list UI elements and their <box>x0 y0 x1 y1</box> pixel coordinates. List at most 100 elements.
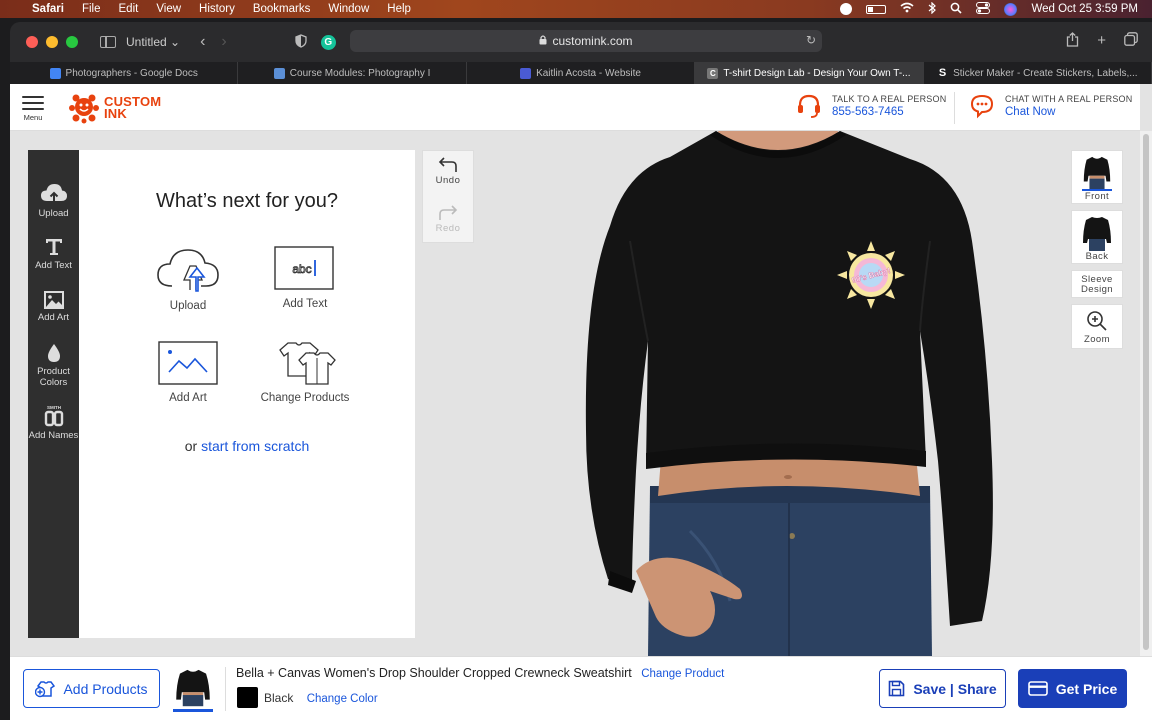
chat-label: CHAT WITH A REAL PERSON <box>1005 94 1133 104</box>
menu-bookmarks[interactable]: Bookmarks <box>253 3 311 15</box>
product-preview[interactable]: 90's Baby! <box>570 131 1006 656</box>
change-color-link[interactable]: Change Color <box>307 693 378 705</box>
browser-tab-bar: Photographers - Google Docs Course Modul… <box>10 62 1152 84</box>
browser-tab-title: Photographers - Google Docs <box>65 67 198 79</box>
change-product-link[interactable]: Change Product <box>641 668 724 680</box>
privacy-shield-icon[interactable] <box>295 33 307 51</box>
minimize-window-button[interactable] <box>46 36 58 48</box>
sidebar-toggle-icon[interactable] <box>100 36 116 48</box>
redo-icon <box>439 205 458 220</box>
browser-tab-design-lab[interactable]: C T-shirt Design Lab - Design Your Own T… <box>695 62 924 84</box>
address-bar[interactable]: customink.com ↻ <box>350 30 822 52</box>
footer-divider <box>225 667 226 711</box>
share-icon[interactable] <box>1066 32 1079 51</box>
get-price-label: Get Price <box>1055 680 1118 697</box>
tool-add-names[interactable]: SMITH Add Names <box>28 405 79 441</box>
safari-toolbar: Untitled ⌄ ‹ › G customink.com ↻ + <box>10 22 1152 62</box>
credit-card-icon <box>1027 681 1048 696</box>
view-sleeve-button[interactable]: Sleeve Design <box>1071 270 1123 298</box>
control-center-icon[interactable] <box>976 1 991 17</box>
choice-label: Upload <box>169 300 207 312</box>
zoom-button[interactable]: Zoom <box>1071 304 1123 349</box>
browser-tab-title: Kaitlin Acosta - Website <box>536 67 641 79</box>
tool-add-art[interactable]: Add Art <box>28 291 79 323</box>
menu-window[interactable]: Window <box>328 3 369 15</box>
back-button[interactable]: ‹ <box>200 33 205 51</box>
menu-view[interactable]: View <box>156 3 181 15</box>
save-share-button[interactable]: Save | Share <box>879 669 1006 708</box>
battery-icon[interactable] <box>866 4 887 14</box>
page-scrollbar[interactable] <box>1140 131 1152 656</box>
menu-clock[interactable]: Wed Oct 25 3:59 PM <box>1031 3 1138 15</box>
scrollbar-thumb[interactable] <box>1143 134 1149 650</box>
reload-icon[interactable]: ↻ <box>806 33 816 47</box>
add-products-button[interactable]: Add Products <box>23 669 160 708</box>
choice-add-art[interactable]: Add Art <box>138 340 238 404</box>
new-tab-icon[interactable]: + <box>1097 32 1106 51</box>
tool-label: Product Colors <box>37 366 70 388</box>
course-site-icon <box>273 67 285 79</box>
browser-tab-website[interactable]: Kaitlin Acosta - Website <box>467 62 696 84</box>
artwork-icon <box>158 341 218 385</box>
wifi-icon[interactable] <box>900 2 914 16</box>
choice-upload[interactable]: Upload <box>138 246 238 312</box>
tab-overview-icon[interactable] <box>1124 32 1138 51</box>
color-swatch[interactable] <box>237 687 258 708</box>
menu-edit[interactable]: Edit <box>119 3 139 15</box>
site-header: Menu CUSTOM INK TALK TO A REAL PERSON 85… <box>10 84 1140 131</box>
undo-button[interactable]: Undo <box>423 155 473 186</box>
spotlight-search-icon[interactable] <box>950 2 963 17</box>
product-thumbnail[interactable] <box>173 668 213 712</box>
cloud-upload-icon <box>157 249 219 292</box>
bluetooth-icon[interactable] <box>928 1 937 17</box>
phone-contact[interactable]: TALK TO A REAL PERSON 855-563-7465 <box>796 93 946 119</box>
browser-tab-sticker-maker[interactable]: S Sticker Maker - Create Stickers, Label… <box>924 62 1152 84</box>
sticker-site-icon: S <box>938 66 947 79</box>
choice-change-products[interactable]: Change Products <box>255 340 355 404</box>
customink-favicon-icon: C <box>707 67 719 79</box>
browser-tab-google-docs[interactable]: Photographers - Google Docs <box>10 62 239 84</box>
chat-bubble-icon <box>970 94 994 119</box>
hamburger-menu-button[interactable]: Menu <box>22 96 44 122</box>
tool-product-colors[interactable]: Product Colors <box>28 343 79 388</box>
redo-label: Redo <box>435 223 461 234</box>
grammarly-extension-icon[interactable]: G <box>320 34 336 50</box>
chat-contact[interactable]: CHAT WITH A REAL PERSON Chat Now <box>969 93 1132 119</box>
grammarly-status-icon[interactable] <box>840 3 853 15</box>
menu-help[interactable]: Help <box>387 3 411 15</box>
menu-file[interactable]: File <box>82 3 101 15</box>
start-from-scratch-link[interactable]: start from scratch <box>201 438 309 454</box>
choice-add-text[interactable]: abc Add Text <box>255 246 355 310</box>
zoom-window-button[interactable] <box>66 36 78 48</box>
custom-ink-logo[interactable]: CUSTOM INK <box>68 92 161 124</box>
choice-label: Add Art <box>169 392 207 404</box>
browser-tab-course-modules[interactable]: Course Modules: Photography I <box>238 62 467 84</box>
design-footer: Add Products Bella + Canvas Women's Drop… <box>10 656 1152 720</box>
undo-icon <box>438 157 457 172</box>
website-icon <box>520 67 532 79</box>
chat-now-link[interactable]: Chat Now <box>1005 106 1132 118</box>
siri-icon[interactable] <box>1004 2 1018 16</box>
apparel-icon <box>279 342 336 385</box>
tool-add-text[interactable]: Add Text <box>28 237 79 271</box>
url-text: customink.com <box>552 34 633 48</box>
header-divider <box>954 92 955 124</box>
tool-upload[interactable]: Upload <box>28 183 79 219</box>
logo-line-2: INK <box>104 106 127 121</box>
image-icon <box>43 291 64 309</box>
forward-button[interactable]: › <box>221 33 226 51</box>
choice-label: Add Text <box>282 298 328 310</box>
view-front-button[interactable]: Front <box>1071 150 1123 204</box>
tab-group-selector[interactable]: Untitled ⌄ <box>126 35 180 49</box>
jersey-badge-text: SMITH <box>47 405 61 410</box>
menu-app-name[interactable]: Safari <box>32 3 64 15</box>
view-back-button[interactable]: Back <box>1071 210 1123 264</box>
get-price-button[interactable]: Get Price <box>1018 669 1127 708</box>
tool-label: Add Art <box>37 312 70 323</box>
phone-number-link[interactable]: 855-563-7465 <box>832 106 946 118</box>
close-window-button[interactable] <box>26 36 38 48</box>
menu-history[interactable]: History <box>199 3 235 15</box>
jersey-number-icon: SMITH <box>44 405 63 427</box>
color-name: Black <box>264 691 294 705</box>
redo-button[interactable]: Redo <box>423 203 473 234</box>
